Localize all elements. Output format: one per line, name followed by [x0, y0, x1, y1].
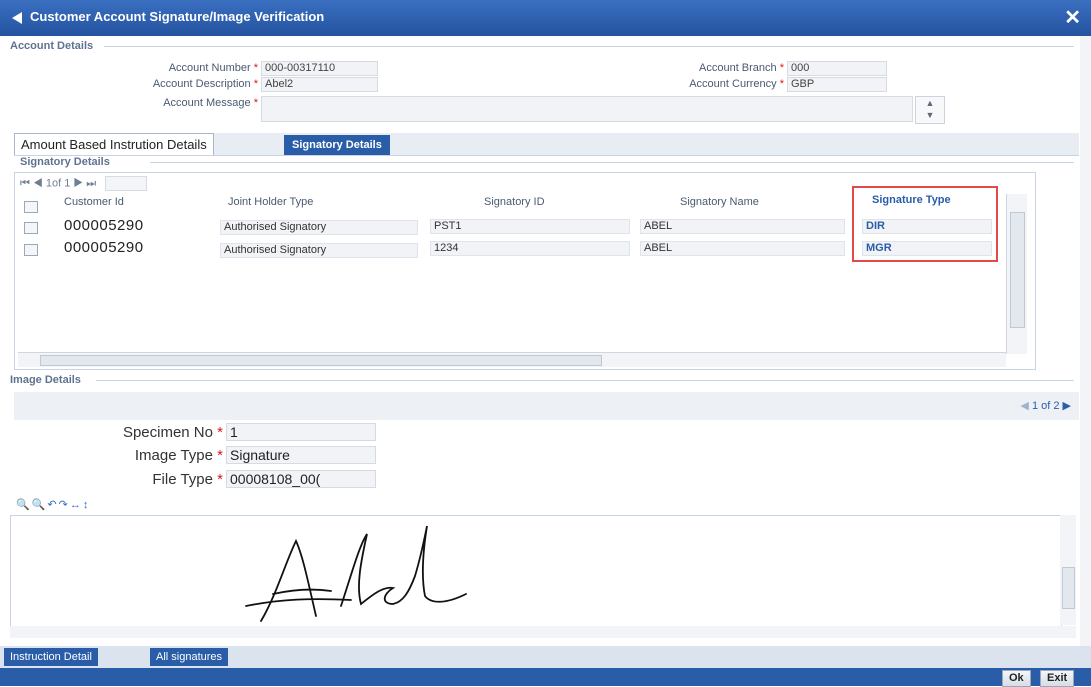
signatory-details-title: Signatory Details	[20, 156, 110, 168]
row-checkbox[interactable]	[24, 244, 38, 256]
scroll-thumb[interactable]	[1010, 212, 1025, 328]
image-details-title: Image Details	[10, 374, 81, 386]
account-currency-field[interactable]: GBP	[787, 77, 887, 92]
file-type-label: File Type *	[152, 471, 223, 488]
account-message-label: Account Message *	[163, 97, 258, 109]
footer-bar: Ok Exit	[0, 668, 1091, 687]
column-header-customer-id[interactable]: Customer Id	[64, 196, 124, 208]
column-header-signatory-id[interactable]: Signatory ID	[484, 196, 545, 208]
next-page-icon[interactable]: ▶	[73, 177, 83, 189]
image-horizontal-scrollbar[interactable]	[10, 626, 1076, 638]
account-currency-label: Account Currency *	[689, 78, 784, 90]
tab-all-signatures[interactable]: All signatures	[150, 648, 229, 666]
account-branch-field[interactable]: 000	[787, 61, 887, 76]
divider	[96, 380, 1074, 381]
image-vertical-scrollbar[interactable]	[1060, 515, 1076, 625]
window-scrollbar[interactable]	[1080, 36, 1091, 646]
account-message-scroll[interactable]: ▲ ▼	[915, 96, 945, 124]
signatory-pager: ⏮ ◀ 1of 1 ▶ ⏭	[20, 176, 148, 191]
divider	[104, 46, 1074, 47]
account-branch-label: Account Branch *	[699, 62, 784, 74]
zoom-in-icon[interactable]: 🔍	[16, 499, 32, 511]
page-input[interactable]	[105, 176, 148, 191]
image-toolbar: ◀ 1 of 2 ▶	[14, 392, 1079, 420]
account-number-label: Account Number *	[168, 62, 258, 74]
row-checkbox[interactable]	[24, 222, 38, 234]
zoom-out-icon[interactable]: 🔍	[32, 499, 48, 511]
joint-holder-type-cell[interactable]: Authorised Signatory	[220, 243, 418, 258]
tab-signatory-details[interactable]: Signatory Details	[284, 135, 390, 155]
account-description-label: Account Description *	[152, 78, 258, 90]
image-pager-text: 1 of 2	[1031, 400, 1060, 412]
next-image-icon[interactable]: ▶	[1063, 400, 1071, 412]
account-details-title: Account Details	[10, 40, 94, 52]
fit-width-icon[interactable]: ↔	[70, 499, 83, 511]
signatory-name-cell[interactable]: ABEL	[640, 241, 845, 256]
tab-bar: Amount Based Instrution Details Signator…	[14, 133, 1079, 156]
image-type-field[interactable]: Signature	[226, 446, 376, 464]
scroll-thumb[interactable]	[1062, 567, 1075, 609]
pager-text: 1of 1	[45, 177, 71, 190]
select-all-checkbox[interactable]	[24, 201, 38, 213]
window-icon	[12, 12, 22, 24]
signature-image-area	[10, 515, 1062, 627]
grid-horizontal-scrollbar[interactable]	[18, 352, 1006, 367]
signatory-name-cell[interactable]: ABEL	[640, 219, 845, 234]
customer-id-cell: 000005290	[64, 239, 144, 256]
bottom-tab-bar: Instruction Detail All signatures	[0, 646, 1091, 668]
last-page-icon[interactable]: ⏭	[86, 177, 96, 189]
rotate-left-icon[interactable]: ↶	[47, 499, 58, 511]
account-number-field[interactable]: 000-00317110	[261, 61, 378, 76]
prev-page-icon[interactable]: ◀	[33, 177, 43, 189]
file-type-field[interactable]: 00008108_00(	[226, 470, 376, 488]
grid-vertical-scrollbar[interactable]	[1006, 194, 1027, 354]
specimen-no-label: Specimen No *	[122, 424, 223, 441]
signatory-id-cell[interactable]: PST1	[430, 219, 630, 234]
signature-type-highlight	[852, 186, 998, 262]
tab-instruction-detail[interactable]: Instruction Detail	[4, 648, 98, 666]
title-bar: Customer Account Signature/Image Verific…	[0, 0, 1091, 36]
column-header-signatory-name[interactable]: Signatory Name	[680, 196, 759, 208]
image-type-label: Image Type *	[134, 447, 223, 464]
divider	[150, 162, 1074, 163]
exit-button[interactable]: Exit	[1040, 670, 1075, 687]
scroll-thumb[interactable]	[40, 355, 602, 366]
specimen-no-field[interactable]: 1	[226, 423, 376, 441]
ok-button[interactable]: Ok	[1002, 670, 1031, 687]
rotate-right-icon[interactable]: ↷	[59, 499, 70, 511]
signatory-id-cell[interactable]: 1234	[430, 241, 630, 256]
window-title: Customer Account Signature/Image Verific…	[30, 9, 325, 24]
joint-holder-type-cell[interactable]: Authorised Signatory	[220, 220, 418, 235]
fit-height-icon[interactable]: ↕	[83, 499, 91, 511]
image-pager: ◀ 1 of 2 ▶	[1020, 399, 1071, 412]
image-tools: 🔍🔍↶↷↔↕	[16, 498, 90, 511]
account-description-field[interactable]: Abel2	[261, 77, 378, 92]
account-message-field[interactable]	[261, 96, 913, 122]
column-header-joint-holder-type[interactable]: Joint Holder Type	[228, 196, 313, 208]
first-page-icon[interactable]: ⏮	[20, 177, 30, 189]
customer-id-cell: 000005290	[64, 217, 144, 234]
tab-amount-based-instruction-details[interactable]: Amount Based Instrution Details	[14, 133, 214, 155]
prev-image-icon[interactable]: ◀	[1020, 400, 1028, 412]
close-icon[interactable]: ✕	[1064, 5, 1081, 30]
signature-image	[245, 525, 467, 622]
